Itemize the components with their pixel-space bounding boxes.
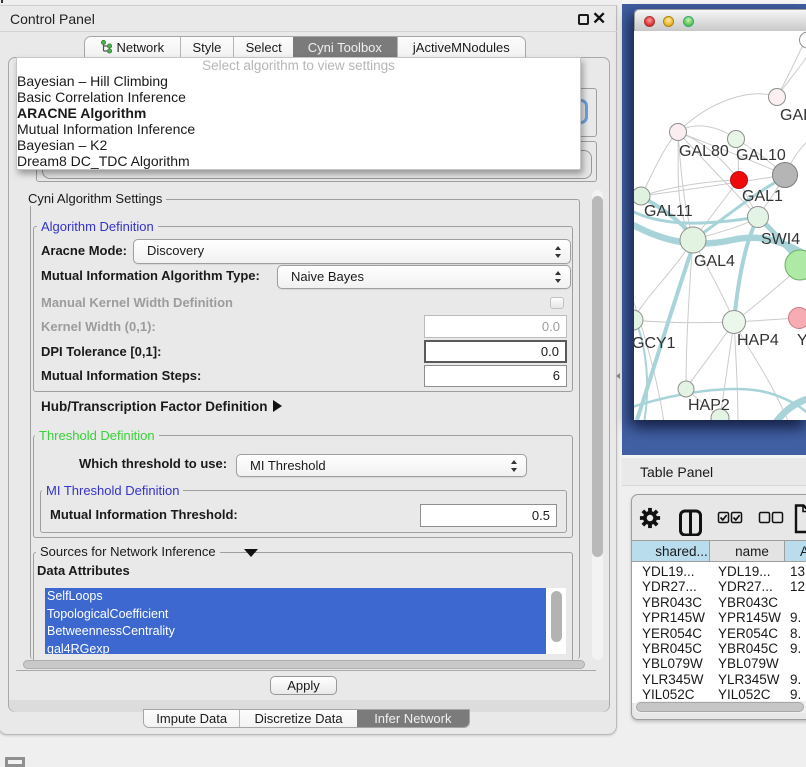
svg-text:GAL7: GAL7 — [780, 107, 806, 124]
svg-text:GAL80: GAL80 — [679, 143, 729, 160]
svg-text:Y: Y — [797, 332, 806, 349]
svg-text:SWI4: SWI4 — [761, 231, 800, 248]
svg-text:GAL1: GAL1 — [742, 188, 783, 205]
svg-text:GAL11: GAL11 — [644, 203, 693, 220]
svg-text:GCY1: GCY1 — [634, 335, 676, 352]
svg-text:GAL10: GAL10 — [736, 147, 786, 164]
svg-text:GAL4: GAL4 — [694, 253, 735, 270]
svg-text:HAP4: HAP4 — [737, 332, 779, 349]
svg-text:HAP2: HAP2 — [688, 397, 730, 414]
